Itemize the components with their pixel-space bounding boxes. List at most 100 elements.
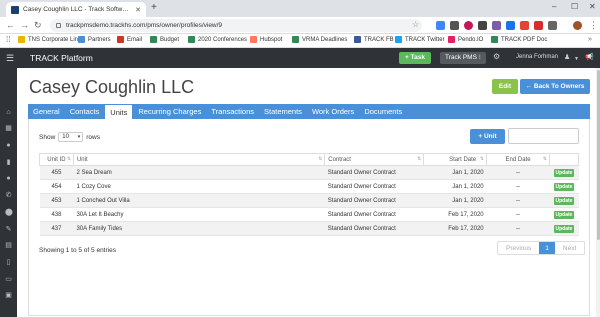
pms-switcher-button[interactable]: Track PMS ⁝	[440, 52, 486, 64]
update-button[interactable]: Update	[553, 210, 575, 219]
update-button[interactable]: Update	[553, 224, 575, 233]
end-date: --	[486, 207, 550, 222]
users-icon[interactable]: ●	[5, 175, 12, 182]
forward-arrow-icon[interactable]: →	[20, 20, 29, 30]
edit-button[interactable]: Edit	[492, 79, 518, 94]
update-button[interactable]: Update	[553, 196, 575, 205]
bookmark-item[interactable]: 2020 Conferences	[188, 36, 247, 43]
start-date: Feb 17, 2020	[423, 207, 487, 222]
back-arrow-icon[interactable]: ←	[6, 20, 15, 30]
unit-id: 438	[39, 207, 74, 222]
browser-tab[interactable]: Casey Coughlin LLC - Track Softw… ✕	[6, 2, 146, 17]
bookmarks-bar: ⁞⁞ TNS Corporate Links Partners Email Bu…	[0, 34, 600, 48]
column-header[interactable]: Unit ⇅	[72, 153, 326, 166]
update-button[interactable]: Update	[553, 182, 575, 191]
profile-avatar[interactable]	[573, 21, 582, 30]
add-task-button[interactable]: + Task	[399, 52, 431, 64]
extension-icon[interactable]	[450, 21, 459, 30]
extension-icon[interactable]	[492, 21, 501, 30]
previous-page-button[interactable]: Previous	[498, 242, 539, 254]
extension-icon[interactable]	[520, 21, 529, 30]
next-page-button[interactable]: Next	[555, 242, 584, 254]
maximize-icon[interactable]: ☐	[571, 2, 578, 11]
unit-name[interactable]: 1 Cozy Cove	[73, 179, 325, 194]
update-button[interactable]: Update	[553, 168, 575, 177]
unit-id: 453	[39, 193, 74, 208]
table-row[interactable]: 437 30A Family Tides Standard Owner Cont…	[39, 221, 579, 236]
close-tab-icon[interactable]: ✕	[135, 6, 141, 14]
bookmark-item[interactable]: TRACK PDF Doc	[491, 36, 547, 43]
reload-icon[interactable]: ↻	[34, 20, 42, 31]
extension-icon[interactable]	[436, 21, 445, 30]
table-row[interactable]: 438 30A Let It Beachy Standard Owner Con…	[39, 207, 579, 222]
money-icon[interactable]: ▭	[5, 276, 12, 283]
unit-name[interactable]: 30A Let It Beachy	[73, 207, 325, 222]
apps-grid-icon[interactable]: ⁞⁞	[6, 35, 10, 44]
extension-icon[interactable]	[506, 21, 515, 30]
building-icon[interactable]: ▤	[5, 242, 12, 249]
window-close-icon[interactable]: ✕	[589, 2, 596, 11]
left-sidebar: ⌂ ▦ ● ▮ ● ✆ ⬤ ✎ ▤ ▯ ▭ ▣	[0, 68, 17, 317]
search-input[interactable]	[508, 128, 579, 144]
bookmark-item[interactable]: TRACK Twitter	[395, 36, 445, 43]
bookmark-star-icon[interactable]: ☆	[412, 20, 419, 29]
extension-icon[interactable]	[478, 21, 487, 30]
extension-icon[interactable]	[464, 21, 473, 30]
new-tab-icon[interactable]: +	[151, 2, 157, 13]
document-icon[interactable]: ▯	[5, 259, 12, 266]
phone-icon[interactable]: ✆	[5, 192, 12, 199]
tab-general[interactable]: General	[28, 104, 65, 119]
column-header[interactable]: Contract ⇅	[324, 153, 425, 166]
unit-name[interactable]: 2 Sea Dream	[73, 165, 325, 180]
bookmark-item[interactable]: Email	[117, 36, 142, 43]
table-row[interactable]: 455 2 Sea Dream Standard Owner Contract …	[39, 165, 579, 180]
column-header[interactable]: Start Date ⇅	[423, 153, 488, 166]
tab-transactions[interactable]: Transactions	[206, 104, 259, 119]
table-row[interactable]: 454 1 Cozy Cove Standard Owner Contract …	[39, 179, 579, 194]
bookmark-item[interactable]: Partners	[78, 36, 111, 43]
user-name[interactable]: Jenna Forhman	[516, 54, 558, 60]
more-bookmarks-icon[interactable]: »	[588, 36, 592, 43]
user-icon[interactable]: ♟	[564, 53, 570, 61]
unit-name[interactable]: 30A Family Tides	[73, 221, 325, 236]
column-header[interactable]: Unit ID ⇅	[39, 153, 74, 166]
tab-statements[interactable]: Statements	[259, 104, 307, 119]
menu-icon[interactable]: ☰	[6, 53, 14, 64]
unit-name[interactable]: 1 Conched Out Villa	[73, 193, 325, 208]
gear-icon[interactable]: ⚙	[493, 52, 500, 61]
bookmark-item[interactable]: VRMA Deadlines	[292, 36, 347, 43]
chart-icon[interactable]: ▮	[5, 159, 12, 166]
bookmark-item[interactable]: TRACK FB	[354, 36, 394, 43]
bookmark-item[interactable]: Budget	[150, 36, 179, 43]
current-page-button[interactable]: 1	[539, 242, 555, 254]
announcement-icon[interactable]: 📢	[585, 53, 594, 61]
column-header[interactable]: End Date ⇅	[486, 153, 550, 166]
sort-icon: ⇅	[479, 156, 485, 162]
tab-recurring-charges[interactable]: Recurring Charges	[133, 104, 206, 119]
extension-icon[interactable]	[534, 21, 543, 30]
track-favicon	[11, 5, 19, 14]
extension-icon[interactable]	[548, 21, 557, 30]
calendar-icon[interactable]: ▦	[5, 125, 12, 132]
check-icon[interactable]: ●	[5, 142, 12, 149]
table-row[interactable]: 453 1 Conched Out Villa Standard Owner C…	[39, 193, 579, 208]
add-unit-button[interactable]: + Unit	[470, 129, 505, 144]
url-field[interactable]: trackpmsdemo.trackhs.com/pms/owner/profi…	[50, 19, 422, 32]
chevron-down-icon[interactable]: ▼	[574, 56, 579, 62]
page-size-select[interactable]: 10 ▾	[58, 132, 84, 142]
browser-menu-icon[interactable]: ⋮	[589, 20, 598, 31]
minimize-icon[interactable]: –	[552, 2, 556, 11]
tab-contacts[interactable]: Contacts	[65, 104, 105, 119]
bookmark-item[interactable]: Pendo.IO	[448, 36, 483, 43]
back-to-owners-button[interactable]: ← Back To Owners	[520, 79, 590, 94]
home-icon[interactable]: ⌂	[5, 109, 12, 116]
briefcase-icon[interactable]: ▣	[5, 292, 12, 299]
tab-work-orders[interactable]: Work Orders	[307, 104, 359, 119]
map-pin-icon[interactable]: ⬤	[5, 209, 13, 216]
bookmark-item[interactable]: TNS Corporate Links	[18, 36, 84, 43]
tab-documents[interactable]: Documents	[359, 104, 407, 119]
tab-units[interactable]: Units	[104, 104, 134, 119]
bookmark-item[interactable]: Hubspot	[250, 36, 282, 43]
twitter-icon	[395, 36, 402, 43]
wrench-icon[interactable]: ✎	[5, 226, 12, 233]
